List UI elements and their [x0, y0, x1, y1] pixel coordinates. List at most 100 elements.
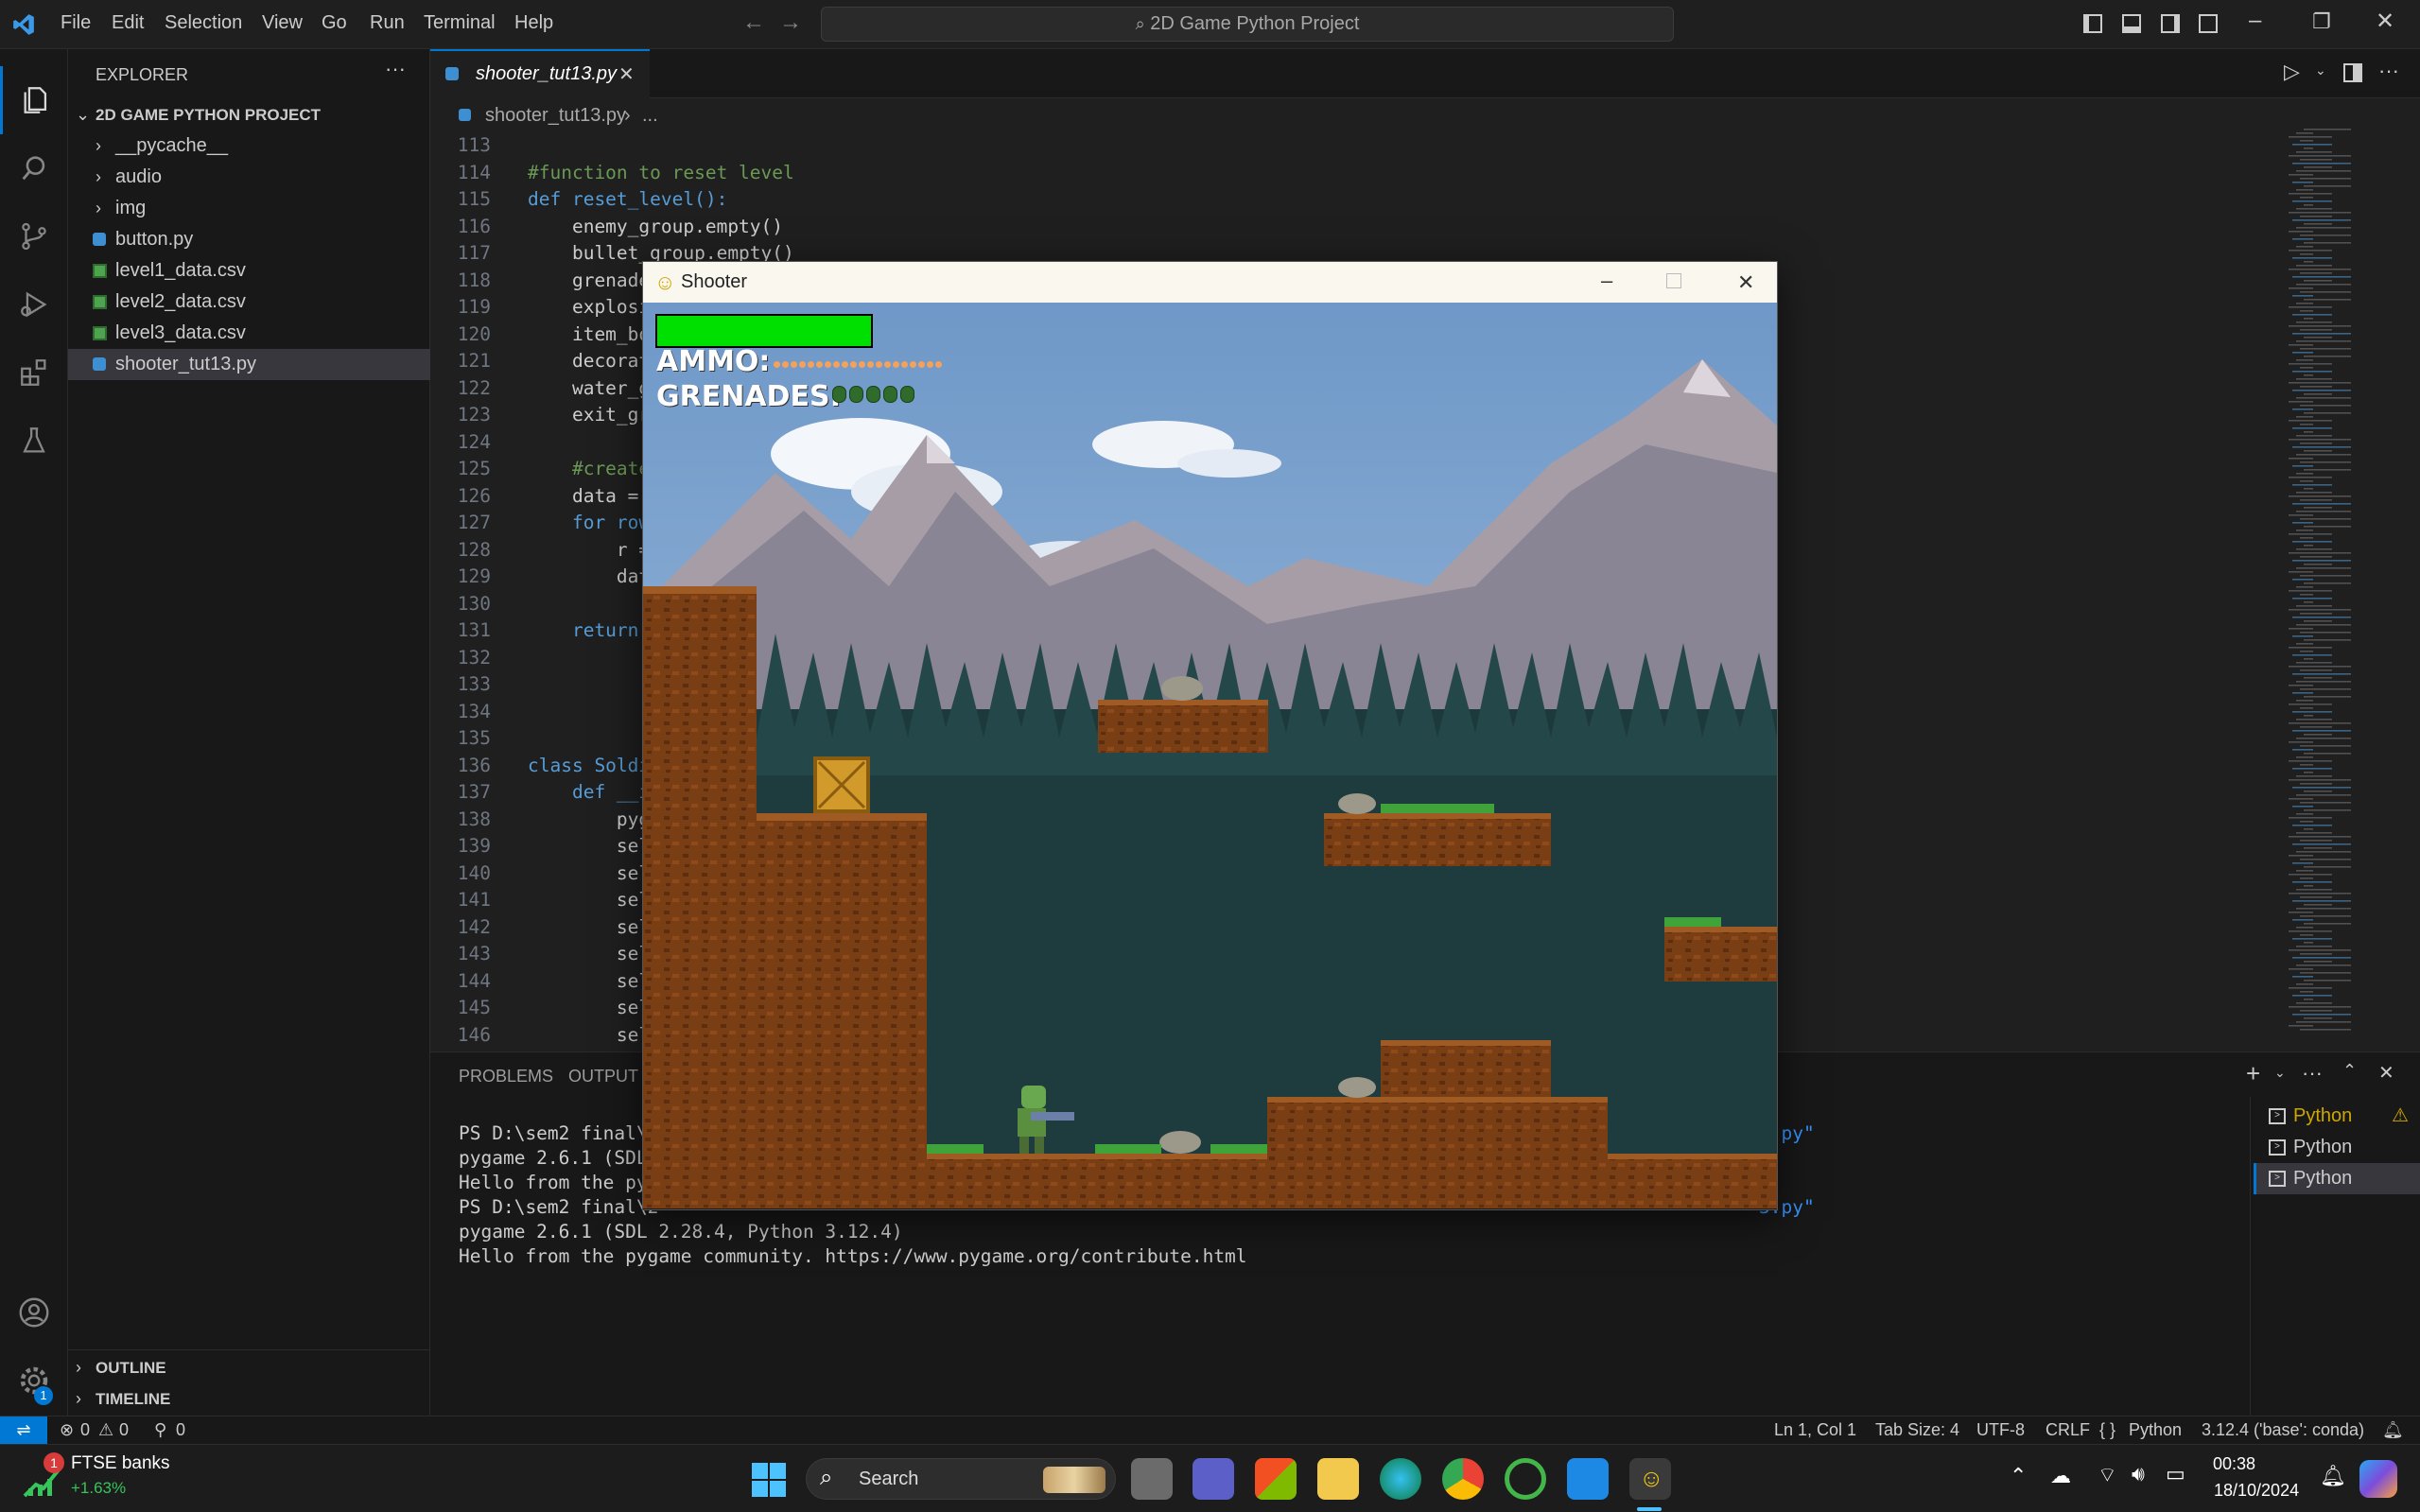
terminal-dropdown-chevron-icon[interactable]: ⌄ [2274, 1065, 2286, 1081]
toggle-secondary-sidebar-icon[interactable] [2161, 14, 2180, 33]
code-line[interactable]: 115 def reset_level(): [430, 186, 2284, 214]
language-mode[interactable]: Python [2129, 1416, 2182, 1444]
more-actions-icon[interactable]: ··· [2302, 1061, 2323, 1086]
errors-icon[interactable]: ⊗ [60, 1416, 74, 1444]
extensions-icon[interactable] [0, 339, 68, 407]
taskbar-search-box[interactable]: ⌕ Search [806, 1458, 1116, 1500]
code-line[interactable]: 116 enemy_group.empty() [430, 214, 2284, 241]
split-editor-icon[interactable] [2343, 63, 2362, 82]
tab-output[interactable]: OUTPUT [568, 1067, 638, 1086]
menu-terminal[interactable]: Terminal [424, 12, 496, 34]
more-actions-icon[interactable]: ··· [385, 57, 406, 81]
testing-flask-icon[interactable] [0, 407, 68, 475]
vscode-taskbar-icon[interactable] [1567, 1458, 1609, 1500]
maximize-panel-icon[interactable]: ⌃ [2342, 1061, 2357, 1081]
more-actions-icon[interactable]: ··· [2378, 59, 2399, 83]
code-line[interactable]: 113 [430, 132, 2284, 160]
menu-run[interactable]: Run [370, 12, 405, 34]
menu-file[interactable]: File [61, 12, 91, 34]
clock-date[interactable]: 18/10/2024 [2214, 1481, 2299, 1501]
menu-selection[interactable]: Selection [165, 12, 242, 34]
sidebar-item-audio[interactable]: › audio [68, 162, 430, 193]
sidebar-item-button-py[interactable]: button.py [68, 224, 430, 255]
minimap[interactable] [2287, 123, 2410, 1050]
error-count[interactable]: 0 [80, 1416, 90, 1444]
terminal-instance-3[interactable]: > Python [2254, 1163, 2420, 1194]
close-tab-icon[interactable]: ✕ [618, 62, 635, 86]
volume-icon[interactable]: 🔊︎ [2132, 1462, 2145, 1486]
show-hidden-icons-icon[interactable]: ⌃ [2010, 1464, 2027, 1488]
outline-section[interactable]: › OUTLINE [68, 1352, 430, 1383]
task-view-icon[interactable] [1131, 1458, 1173, 1500]
sidebar-item-level2-csv[interactable]: level2_data.csv [68, 287, 430, 318]
game-canvas[interactable]: AMMO: GRENADES: [643, 303, 1777, 1208]
chrome-browser-icon[interactable] [1442, 1458, 1484, 1500]
run-dropdown-chevron-icon[interactable]: ⌄ [2315, 62, 2326, 78]
menu-view[interactable]: View [262, 12, 303, 34]
copilot-icon[interactable] [2359, 1460, 2397, 1498]
ports-icon[interactable]: ⚲ [154, 1416, 166, 1444]
run-python-file-icon[interactable]: ▷ [2284, 60, 2300, 84]
manage-gear-icon[interactable]: 1 [0, 1347, 68, 1415]
app-ring-icon[interactable] [1505, 1458, 1546, 1500]
tab-size[interactable]: Tab Size: 4 [1875, 1416, 1959, 1444]
close-panel-icon[interactable]: ✕ [2378, 1061, 2394, 1085]
game-close-icon[interactable]: ✕ [1737, 262, 1754, 303]
forward-arrow-icon[interactable]: → [779, 9, 802, 36]
search-icon[interactable] [0, 134, 68, 202]
battery-icon[interactable]: ▭ [2166, 1462, 2185, 1486]
widget-stock-name[interactable]: FTSE banks [71, 1453, 170, 1474]
python-interpreter[interactable]: 3.12.4 ('base': conda) [2202, 1416, 2364, 1444]
menu-edit[interactable]: Edit [112, 12, 144, 34]
end-of-line[interactable]: CRLF [2046, 1416, 2090, 1444]
game-minimize-icon[interactable]: – [1601, 260, 1612, 301]
sidebar-item-img[interactable]: › img [68, 193, 430, 224]
sidebar-item-level1-csv[interactable]: level1_data.csv [68, 255, 430, 287]
tab-problems[interactable]: PROBLEMS [459, 1067, 553, 1086]
back-arrow-icon[interactable]: ← [742, 9, 765, 36]
toggle-panel-icon[interactable] [2122, 14, 2141, 33]
explorer-icon[interactable] [0, 66, 68, 134]
terminal-instance-1[interactable]: > Python ⚠ [2254, 1101, 2420, 1132]
command-center-search[interactable]: ⌕ 2D Game Python Project [821, 7, 1674, 42]
warning-count[interactable]: 0 [119, 1416, 129, 1444]
notification-bell-icon[interactable]: 🔔︎ [2320, 1464, 2346, 1488]
new-terminal-plus-icon[interactable]: + [2246, 1059, 2260, 1088]
windows-start-icon[interactable] [751, 1462, 787, 1498]
project-root[interactable]: ⌄ 2D GAME PYTHON PROJECT [68, 99, 430, 130]
sidebar-item-shooter-py[interactable]: shooter_tut13.py [68, 349, 430, 380]
run-debug-icon[interactable] [0, 270, 68, 339]
breadcrumb-file[interactable]: shooter_tut13.py [485, 98, 626, 132]
menu-help[interactable]: Help [514, 12, 553, 34]
customize-layout-icon[interactable] [2199, 14, 2218, 33]
minimize-icon[interactable]: – [2249, 8, 2261, 34]
close-icon[interactable]: ✕ [2376, 8, 2394, 35]
sidebar-item-level3-csv[interactable]: level3_data.csv [68, 318, 430, 349]
onedrive-icon[interactable]: ☁ [2050, 1464, 2071, 1488]
ports-count[interactable]: 0 [176, 1416, 185, 1444]
encoding[interactable]: UTF-8 [1976, 1416, 2025, 1444]
clock-time[interactable]: 00:38 [2213, 1454, 2255, 1474]
edge-browser-icon[interactable] [1380, 1458, 1421, 1500]
toggle-sidebar-icon[interactable] [2083, 14, 2102, 33]
file-explorer-icon[interactable] [1317, 1458, 1359, 1500]
menu-go[interactable]: Go [322, 12, 347, 34]
notifications-bell-icon[interactable]: 🔔︎ [2382, 1416, 2404, 1444]
source-control-icon[interactable] [0, 202, 68, 270]
game-maximize-icon[interactable] [1666, 273, 1681, 288]
warnings-icon[interactable]: ⚠ [98, 1416, 113, 1444]
teams-icon[interactable] [1193, 1458, 1234, 1500]
pygame-taskbar-icon[interactable]: ☺ [1629, 1458, 1671, 1500]
accounts-icon[interactable] [0, 1278, 68, 1347]
remote-indicator-icon[interactable]: ⇌ [0, 1416, 47, 1444]
terminal-instance-2[interactable]: > Python [2254, 1132, 2420, 1163]
timeline-section[interactable]: › TIMELINE [68, 1383, 430, 1415]
sidebar-item-pycache[interactable]: › __pycache__ [68, 130, 430, 162]
breadcrumb-symbols[interactable]: ... [642, 98, 658, 132]
code-line[interactable]: 114 #function to reset level [430, 160, 2284, 187]
cursor-position[interactable]: Ln 1, Col 1 [1774, 1416, 1856, 1444]
wifi-icon[interactable]: ⌔ [2098, 1462, 2117, 1488]
microsoft-store-icon[interactable] [1255, 1458, 1297, 1500]
tab-shooter-py[interactable]: shooter_tut13.py ✕ [430, 49, 650, 98]
restore-icon[interactable]: ❐ [2312, 9, 2331, 34]
